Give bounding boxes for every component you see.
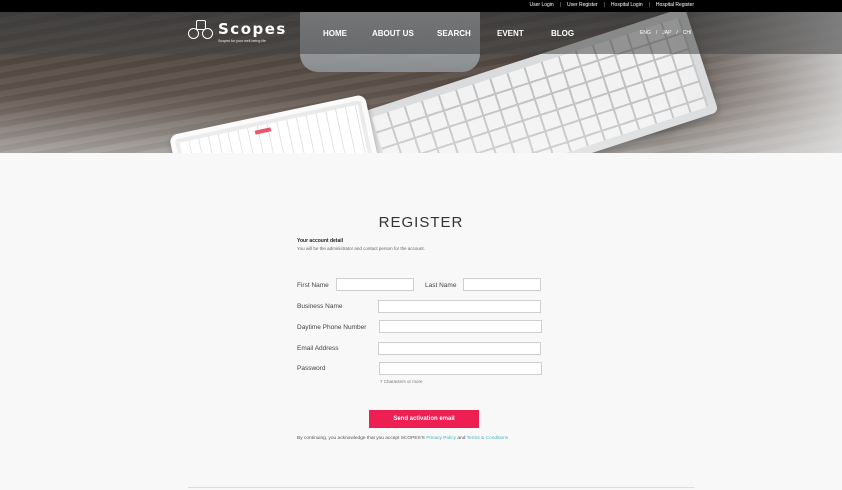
top-links: User Login | User Register | Hospital Logi… <box>530 2 694 8</box>
privacy-policy-link[interactable]: Privacy Policy <box>426 436 456 441</box>
nav-band <box>0 12 842 54</box>
hospital-login-link[interactable]: Hospital Login <box>611 2 643 8</box>
hospital-register-link[interactable]: Hospital Register <box>656 2 694 8</box>
lang-eng[interactable]: ENG <box>640 30 651 36</box>
account-description: You will be the administrator and contac… <box>297 246 425 251</box>
separator: | <box>603 2 605 8</box>
nav-about-us[interactable]: ABOUT US <box>372 29 414 38</box>
separator: / <box>676 30 678 36</box>
email-input[interactable] <box>378 342 541 355</box>
hero-fade-bottom <box>0 93 842 153</box>
nav-search[interactable]: SEARCH <box>437 29 471 38</box>
first-name-label: First Name <box>297 282 329 289</box>
account-heading: Your account detail <box>297 238 344 244</box>
terms-and: and <box>457 436 466 441</box>
email-label: Email Address <box>297 345 339 352</box>
nav-blog[interactable]: BLOG <box>551 29 574 38</box>
password-label: Password <box>297 365 326 372</box>
terms-notice: By continuing, you acknowledge that you … <box>297 436 508 441</box>
last-name-input[interactable] <box>463 278 541 291</box>
language-switcher: ENG / JAP / CHI <box>640 30 691 36</box>
last-name-label: Last Name <box>425 282 457 289</box>
logo-tagline: Scopes for your well-being life <box>218 38 266 43</box>
user-login-link[interactable]: User Login <box>530 2 554 8</box>
terms-conditions-link[interactable]: Terms & Conditions <box>467 436 509 441</box>
nav-event[interactable]: EVENT <box>497 29 524 38</box>
logo-brand: Scopes <box>218 19 287 38</box>
send-activation-button[interactable]: Send activation email <box>369 410 479 428</box>
user-register-link[interactable]: User Register <box>567 2 598 8</box>
footer-divider <box>188 487 694 488</box>
lang-jap[interactable]: JAP <box>662 30 671 36</box>
logo[interactable]: Scopes Scopes for your well-being life <box>188 20 287 44</box>
password-hint: 7 Characters or more <box>380 379 423 384</box>
nav-home[interactable]: HOME <box>323 29 347 38</box>
phone-label: Daytime Phone Number <box>297 324 367 331</box>
logo-mark-icon <box>188 20 214 44</box>
password-input[interactable] <box>379 362 542 375</box>
business-name-label: Business Name <box>297 303 343 310</box>
separator: | <box>559 2 562 8</box>
first-name-input[interactable] <box>336 278 414 291</box>
business-name-input[interactable] <box>378 300 541 313</box>
separator: / <box>655 30 658 36</box>
separator: | <box>648 2 650 8</box>
phone-input[interactable] <box>379 320 542 333</box>
terms-prefix: By continuing, you acknowledge that you … <box>297 436 425 441</box>
lang-chi[interactable]: CHI <box>683 30 692 36</box>
page-title: REGISTER <box>378 214 464 231</box>
top-bar <box>0 0 842 12</box>
